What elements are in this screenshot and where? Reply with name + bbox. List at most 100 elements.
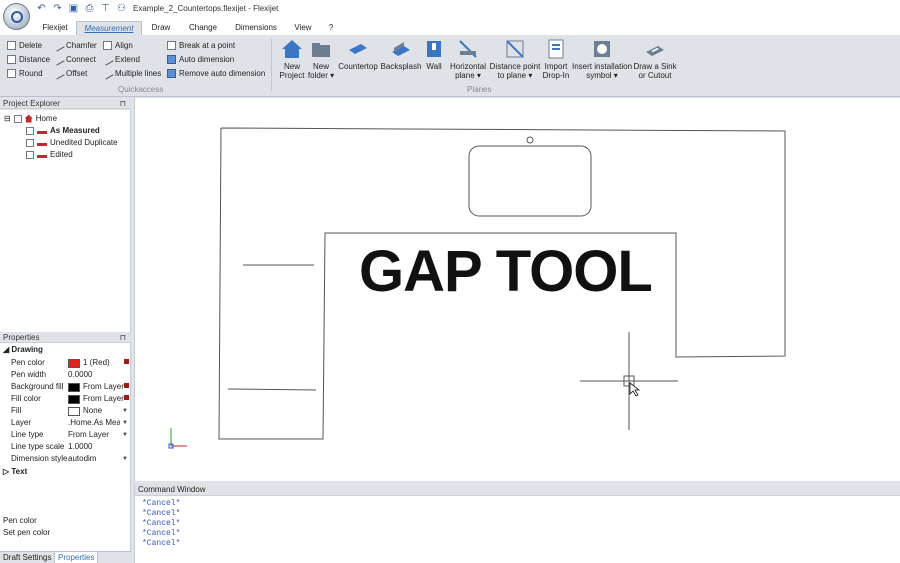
remove-auto-dimension-label: Remove auto dimension <box>179 68 266 78</box>
group-label-planes: Planes <box>467 85 492 94</box>
tab-measurement[interactable]: Measurement <box>76 21 142 35</box>
tab-flexijet[interactable]: Flexijet <box>36 21 74 35</box>
gap-line <box>227 388 317 391</box>
sink-icon <box>644 38 666 60</box>
property-key: Layer <box>11 418 32 427</box>
drawing-canvas[interactable]: GAP TOOL <box>134 98 900 481</box>
print-icon[interactable]: ⎙ <box>83 3 96 15</box>
draw-sink-button[interactable]: Draw a Sink or Cutout <box>633 38 677 80</box>
chamfer-icon <box>52 38 65 52</box>
chevron-down-icon[interactable]: ▼ <box>122 453 128 465</box>
chevron-down-icon[interactable]: ▼ <box>122 405 128 417</box>
property-row[interactable]: Pen width 0.0000 <box>0 369 131 381</box>
property-key: Fill color <box>11 394 41 403</box>
red-marker-icon <box>124 395 129 400</box>
property-value[interactable]: 1 (Red) <box>68 357 128 369</box>
layer-icon <box>37 152 47 158</box>
align-icon <box>103 40 112 50</box>
tab-draft-settings[interactable]: Draft Settings <box>0 552 54 563</box>
category-text[interactable]: ▷ Text <box>3 467 27 476</box>
align-label: Align <box>115 40 133 50</box>
command-window: Command Window *Cancel* *Cancel* *Cancel… <box>134 484 900 563</box>
property-description-text: Set pen color <box>3 528 51 537</box>
camera-icon[interactable]: ⚇ <box>115 3 128 15</box>
property-value[interactable]: .Home.As Measured <box>68 417 120 429</box>
home-icon <box>24 114 33 123</box>
insert-installation-label: Insert installation symbol ▾ <box>571 62 633 80</box>
property-row[interactable]: Line type From Layer ▼ <box>0 429 131 441</box>
break-at-point-button[interactable]: Break at a point <box>167 39 235 51</box>
insert-installation-symbol-button[interactable]: Insert installation symbol ▾ <box>572 38 632 80</box>
tab-help[interactable]: ? <box>324 21 338 35</box>
command-window-title: Command Window <box>135 484 900 496</box>
delete-button[interactable]: Delete <box>7 39 42 51</box>
save-icon[interactable]: ▣ <box>67 3 80 15</box>
property-value[interactable]: 1.0000 <box>68 441 128 453</box>
pin-icon[interactable]: ⊓ <box>120 332 126 343</box>
tab-properties[interactable]: Properties <box>54 552 99 563</box>
property-value[interactable]: 0.0000 <box>68 369 128 381</box>
chevron-down-icon[interactable]: ▼ <box>122 429 128 441</box>
new-folder-button[interactable]: New folder ▾ <box>308 38 334 80</box>
tab-draw[interactable]: Draw <box>145 21 177 35</box>
property-row[interactable]: Layer .Home.As Measured ▼ <box>0 417 131 429</box>
distance-point-icon <box>504 38 526 60</box>
property-value[interactable]: None <box>68 405 128 417</box>
project-explorer-title: Project Explorer <box>3 99 60 108</box>
property-row[interactable]: Background fill From Layer <box>0 381 131 393</box>
checkbox[interactable] <box>26 126 34 135</box>
property-value[interactable]: From Layer <box>68 429 128 441</box>
tab-dimensions[interactable]: Dimensions <box>230 21 282 35</box>
multiple-lines-button[interactable]: Multiple lines <box>101 66 161 80</box>
property-row[interactable]: Dimension style autodim ▼ <box>0 453 131 465</box>
property-value[interactable]: From Layer <box>68 393 128 405</box>
property-value[interactable]: autodim <box>68 453 128 465</box>
remove-auto-dimension-button[interactable]: Remove auto dimension <box>167 67 265 79</box>
property-row[interactable]: Fill color From Layer <box>0 393 131 405</box>
checkbox[interactable] <box>26 138 34 147</box>
undo-icon[interactable]: ↶ <box>35 3 48 15</box>
tree-item-home[interactable]: ⊟ Home <box>4 113 57 124</box>
round-button[interactable]: Round <box>7 67 43 79</box>
layer-icon <box>37 128 47 134</box>
tree-item-edited[interactable]: Edited <box>26 149 73 160</box>
color-swatch <box>68 382 80 392</box>
import-drop-in-button[interactable]: Import Drop-In <box>542 38 570 80</box>
connect-label: Connect <box>66 54 96 64</box>
tab-view[interactable]: View <box>289 21 317 35</box>
property-value[interactable]: From Layer <box>68 381 128 393</box>
distance-point-to-plane-button[interactable]: Distance point to plane ▾ <box>490 38 540 80</box>
connect-button[interactable]: Connect <box>52 52 96 66</box>
project-explorer-header: Project Explorer ⊓ <box>0 98 131 109</box>
countertop-button[interactable]: Countertop <box>337 38 379 71</box>
chevron-down-icon[interactable]: ▼ <box>122 417 128 429</box>
category-drawing[interactable]: ◢ Drawing <box>3 345 43 354</box>
property-row[interactable]: Pen color 1 (Red) <box>0 357 131 369</box>
checkbox[interactable] <box>13 114 22 123</box>
collapse-icon[interactable]: ⊟ <box>4 114 11 123</box>
checkbox[interactable] <box>26 150 34 159</box>
backsplash-button[interactable]: Backsplash <box>381 38 421 71</box>
property-row[interactable]: Fill None ▼ <box>0 405 131 417</box>
tree-label: Unedited Duplicate <box>50 138 118 147</box>
tab-change[interactable]: Change <box>183 21 223 35</box>
wall-button[interactable]: Wall <box>424 38 444 71</box>
distance-button[interactable]: Distance <box>7 53 50 65</box>
new-folder-label: New folder ▾ <box>307 62 335 80</box>
extend-button[interactable]: Extend <box>101 52 140 66</box>
application-menu-button[interactable] <box>3 3 30 30</box>
new-project-button[interactable]: New Project <box>280 38 304 80</box>
tree-item-as-measured[interactable]: As Measured <box>26 125 100 136</box>
command-line: *Cancel* <box>142 509 181 518</box>
chamfer-button[interactable]: Chamfer <box>52 38 97 52</box>
filter-icon[interactable]: ⊤ <box>99 3 112 15</box>
tree-item-unedited-duplicate[interactable]: Unedited Duplicate <box>26 137 118 148</box>
tree-label: Home <box>35 114 58 123</box>
horizontal-plane-button[interactable]: Horizontal plane ▾ <box>449 38 487 80</box>
pin-icon[interactable]: ⊓ <box>120 98 126 109</box>
offset-button[interactable]: Offset <box>52 66 87 80</box>
redo-icon[interactable]: ↷ <box>51 3 64 15</box>
auto-dimension-button[interactable]: Auto dimension <box>167 53 234 65</box>
property-row[interactable]: Line type scale 1.0000 <box>0 441 131 453</box>
align-button[interactable]: Align <box>103 39 133 51</box>
